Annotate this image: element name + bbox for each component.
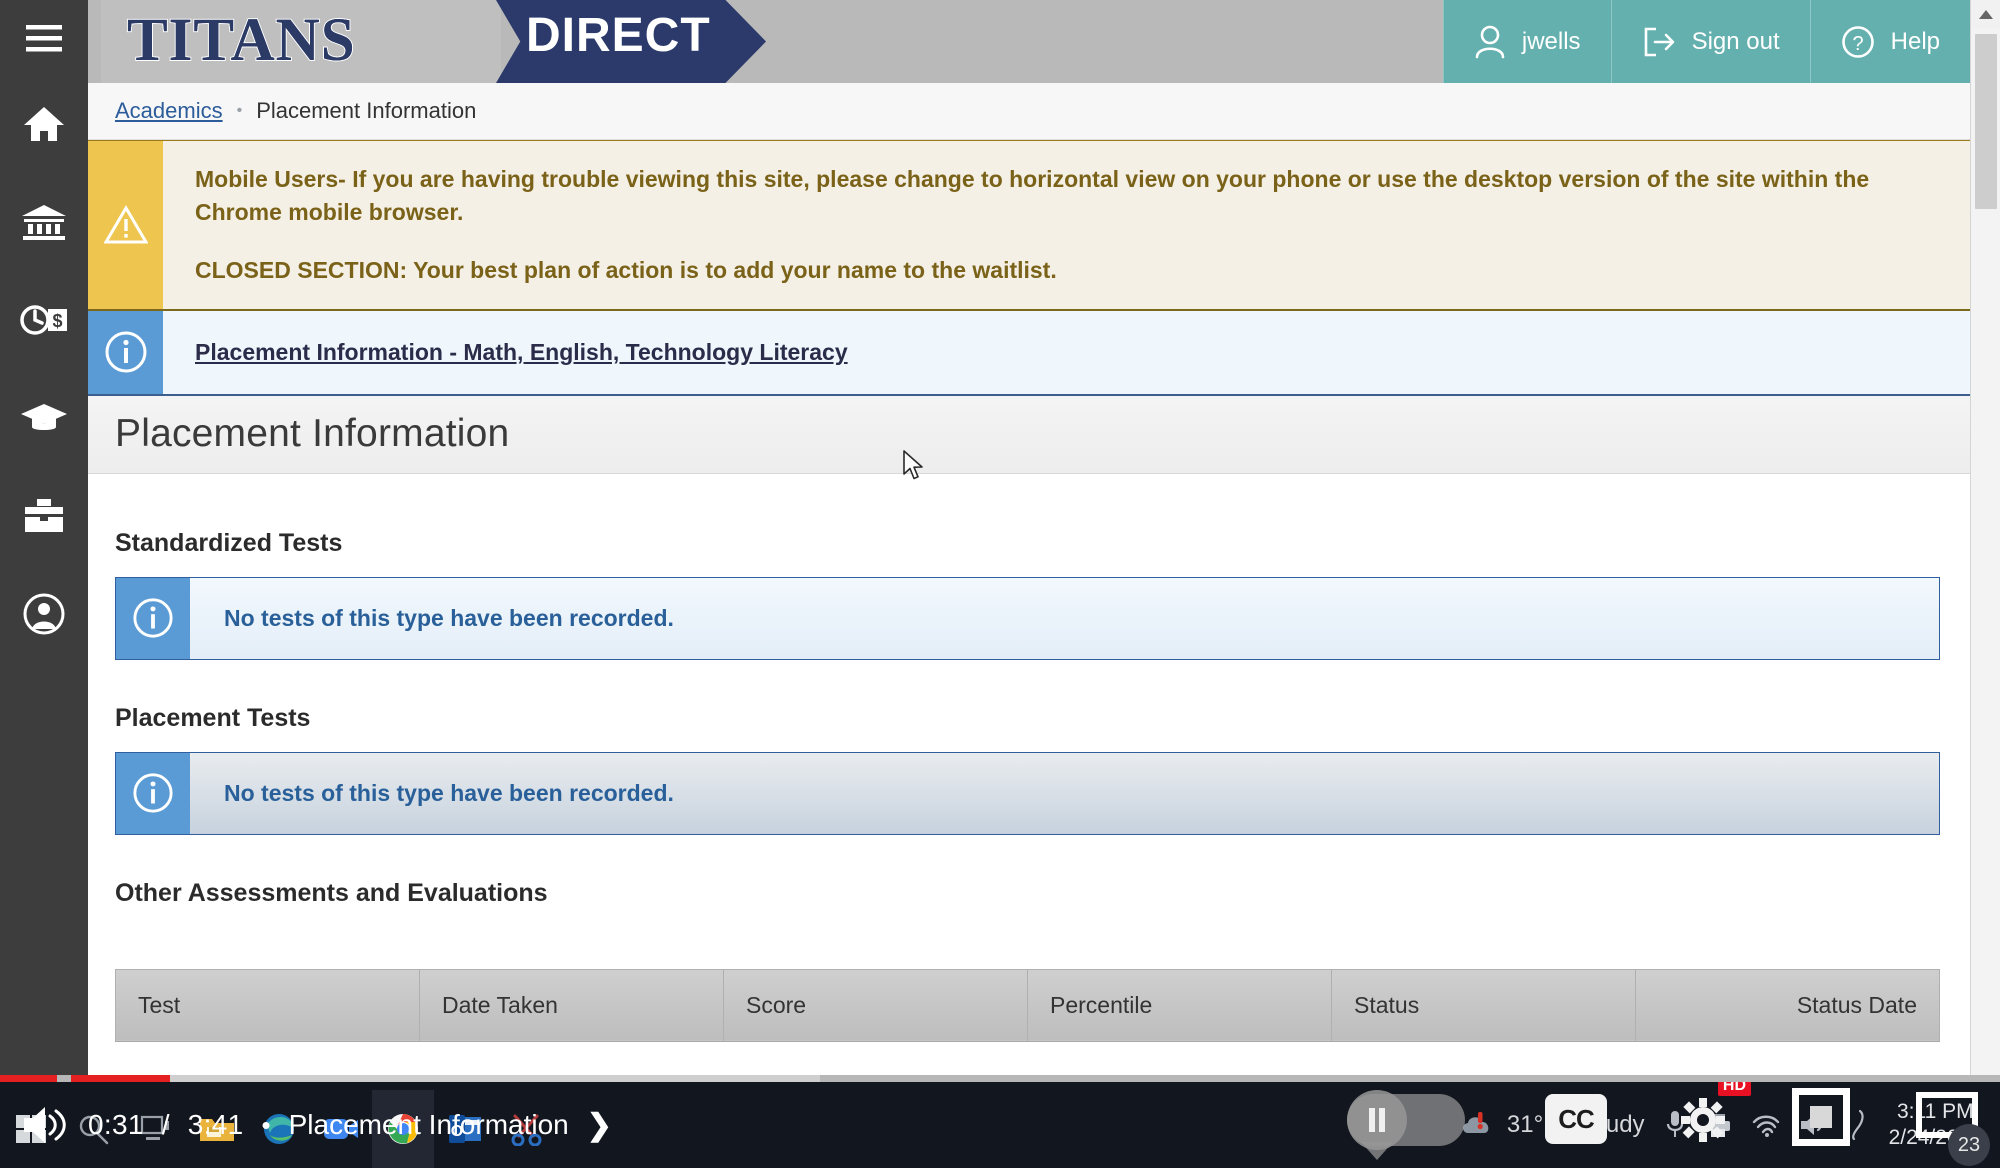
breadcrumb-separator: • bbox=[236, 102, 243, 119]
column-header-status[interactable]: Status bbox=[1331, 968, 1636, 1042]
sign-out-label: Sign out bbox=[1691, 27, 1780, 55]
user-circle-icon bbox=[23, 593, 65, 635]
assessments-table-wrapper: Test Date Taken Score Percentile Status … bbox=[115, 927, 1940, 1042]
app-header: TITANS DIRECT jwells Sign out ? Help bbox=[88, 0, 2000, 83]
account-label: jwells bbox=[1521, 27, 1581, 55]
warning-triangle-icon bbox=[88, 141, 163, 309]
column-header-score[interactable]: Score bbox=[723, 968, 1028, 1042]
placement-tests-empty-panel: No tests of this type have been recorded… bbox=[115, 751, 1940, 835]
sidebar-item-academics[interactable] bbox=[0, 369, 88, 467]
browser-page: $ TITANS DIRECT jwells Sign out ? Help A… bbox=[0, 0, 2000, 1168]
notification-count-badge[interactable]: 23 bbox=[1948, 1124, 1990, 1166]
standardized-tests-empty-message: No tests of this type have been recorded… bbox=[190, 577, 1939, 659]
breadcrumb: Academics • Placement Information bbox=[88, 83, 1970, 140]
sign-out-button[interactable]: Sign out bbox=[1611, 0, 1811, 83]
section-heading-other-assessments: Other Assessments and Evaluations bbox=[115, 878, 548, 907]
info-circle-icon bbox=[88, 310, 163, 394]
placement-tests-empty-message: No tests of this type have been recorded… bbox=[190, 752, 1939, 834]
task-view-icon[interactable] bbox=[124, 1090, 186, 1168]
column-header-date-taken[interactable]: Date Taken bbox=[419, 968, 724, 1042]
assessments-table: Test Date Taken Score Percentile Status … bbox=[115, 968, 1940, 1042]
financial-aid-icon: $ bbox=[20, 305, 67, 335]
video-quality-button[interactable]: HD bbox=[1673, 1076, 1751, 1146]
table-header-row: Test Date Taken Score Percentile Status … bbox=[115, 968, 1940, 1042]
breadcrumb-current: Placement Information bbox=[256, 98, 477, 123]
pause-button[interactable] bbox=[1347, 1090, 1465, 1160]
info-circle-icon bbox=[116, 752, 190, 834]
institution-icon bbox=[22, 205, 66, 240]
sidebar-item-resources[interactable] bbox=[0, 467, 88, 565]
app-logo[interactable]: TITANS DIRECT bbox=[101, 0, 766, 83]
left-sidebar: $ bbox=[0, 0, 88, 1100]
column-header-test[interactable]: Test bbox=[115, 968, 420, 1042]
sign-out-icon bbox=[1644, 27, 1674, 56]
search-icon[interactable] bbox=[62, 1090, 124, 1168]
taskbar-app-icons: O bbox=[0, 1082, 558, 1168]
toolbox-icon bbox=[25, 499, 63, 532]
sidebar-item-financial-aid[interactable]: $ bbox=[0, 271, 88, 369]
help-label: Help bbox=[1890, 27, 1940, 55]
placement-information-link[interactable]: Placement Information - Math, English, T… bbox=[195, 339, 848, 365]
file-explorer-icon[interactable] bbox=[186, 1090, 248, 1168]
sidebar-item-home[interactable] bbox=[0, 75, 88, 173]
svg-text:O: O bbox=[451, 1123, 463, 1140]
warning-alert-body: Mobile Users- If you are having trouble … bbox=[163, 141, 1970, 309]
column-header-percentile[interactable]: Percentile bbox=[1027, 968, 1332, 1042]
logo-secondary-text: DIRECT bbox=[526, 9, 711, 62]
video-progress-bar[interactable] bbox=[0, 1075, 2000, 1082]
hamburger-menu-icon[interactable] bbox=[0, 0, 88, 75]
home-icon bbox=[24, 107, 64, 141]
section-heading-standardized-tests: Standardized Tests bbox=[115, 528, 343, 557]
page-title-band: Placement Information bbox=[88, 395, 1970, 474]
video-progress-played bbox=[0, 1075, 170, 1082]
graduation-cap-icon bbox=[21, 404, 67, 430]
column-header-status-date[interactable]: Status Date bbox=[1635, 968, 1940, 1042]
main-content: Standardized Tests No tests of this type… bbox=[88, 473, 1970, 1042]
info-circle-icon bbox=[116, 577, 190, 659]
vertical-scrollbar-thumb[interactable] bbox=[1975, 34, 1997, 209]
sidebar-item-profile[interactable] bbox=[0, 565, 88, 663]
scroll-up-arrow-icon[interactable] bbox=[1971, 0, 2000, 28]
header-actions: jwells Sign out ? Help bbox=[1442, 0, 1970, 83]
sidebar-item-institution[interactable] bbox=[0, 173, 88, 271]
page-title: Placement Information bbox=[115, 412, 510, 456]
warning-alert: Mobile Users- If you are having trouble … bbox=[88, 140, 1970, 311]
windows-taskbar: O 31°F Cloudy 3:11 PM 2/24/2022 CC HD 23 bbox=[0, 1076, 2000, 1168]
zoom-icon[interactable] bbox=[310, 1090, 372, 1168]
closed-captions-button[interactable]: CC bbox=[1545, 1094, 1607, 1144]
account-button[interactable]: jwells bbox=[1442, 0, 1612, 83]
section-heading-placement-tests: Placement Tests bbox=[115, 703, 311, 732]
vertical-scrollbar[interactable] bbox=[1970, 0, 2000, 1168]
standardized-tests-empty-panel: No tests of this type have been recorded… bbox=[115, 576, 1940, 660]
help-button[interactable]: ? Help bbox=[1810, 0, 1970, 83]
info-alert: Placement Information - Math, English, T… bbox=[88, 310, 1970, 396]
snip-tool-icon[interactable] bbox=[496, 1090, 558, 1168]
edge-icon[interactable] bbox=[248, 1090, 310, 1168]
start-button[interactable] bbox=[0, 1090, 62, 1168]
warning-alert-line1: Mobile Users- If you are having trouble … bbox=[195, 166, 1870, 225]
pause-icon[interactable] bbox=[1347, 1090, 1407, 1150]
gear-icon bbox=[1681, 1098, 1725, 1142]
user-icon bbox=[1475, 25, 1505, 58]
svg-text:$: $ bbox=[52, 311, 62, 331]
help-circle-icon: ? bbox=[1841, 25, 1874, 58]
info-alert-body: Placement Information - Math, English, T… bbox=[163, 310, 1970, 394]
chrome-icon[interactable] bbox=[372, 1090, 434, 1168]
logo-primary-text: TITANS bbox=[126, 6, 356, 75]
outlook-icon[interactable]: O bbox=[434, 1090, 496, 1168]
breadcrumb-parent-link[interactable]: Academics bbox=[115, 98, 223, 124]
video-progress-chapter-gap bbox=[57, 1075, 71, 1082]
stop-recording-button[interactable] bbox=[1792, 1088, 1850, 1146]
warning-alert-line2: CLOSED SECTION: Your best plan of action… bbox=[195, 257, 1057, 284]
svg-text:?: ? bbox=[1852, 33, 1863, 55]
page-content: Academics • Placement Information Mobile… bbox=[88, 83, 1970, 1168]
